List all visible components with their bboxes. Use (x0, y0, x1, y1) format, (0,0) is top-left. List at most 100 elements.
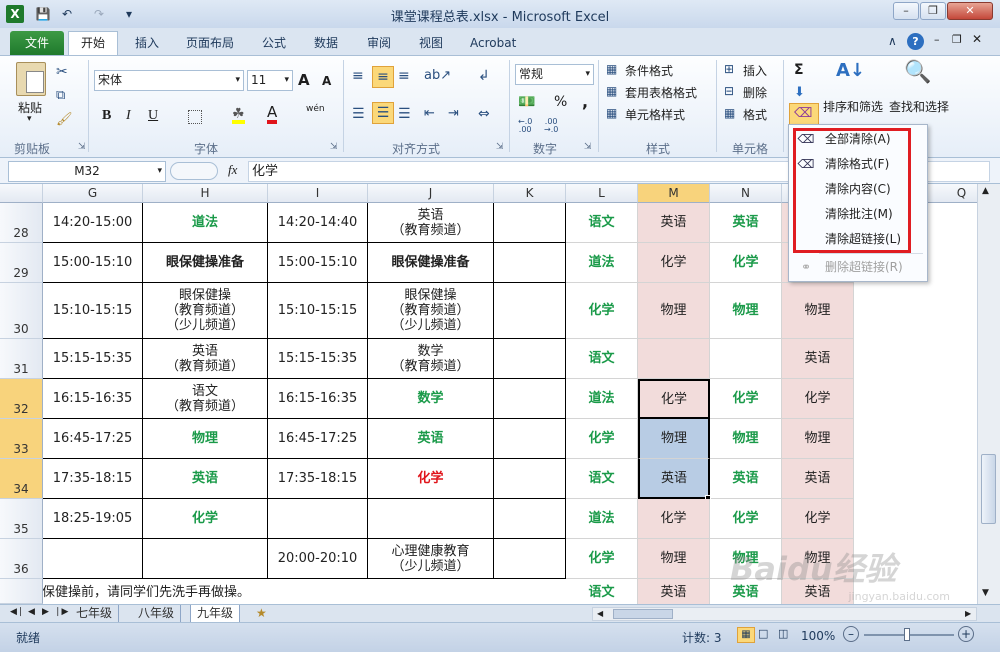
sheet-tab-grade8[interactable]: 八年级 (132, 605, 182, 623)
cell-g33[interactable]: 16:45-17:25 (43, 419, 143, 459)
row-header-29[interactable]: 29 (0, 243, 43, 283)
percent-button[interactable]: % (554, 94, 567, 110)
fill-icon[interactable]: ⬇ (794, 85, 805, 100)
borders-icon[interactable] (188, 110, 202, 124)
cell-g28[interactable]: 14:20-15:00 (43, 203, 143, 243)
close-button[interactable]: ✕ (947, 2, 993, 20)
cell-i32[interactable]: 16:15-16:35 (268, 379, 368, 419)
row-header-31[interactable]: 31 (0, 339, 43, 379)
cell-h32[interactable]: 语文 （教育频道） (143, 379, 268, 419)
find-select-icon[interactable]: 🔍 (904, 60, 931, 85)
number-format-combo[interactable]: 常规 ▾ (515, 64, 594, 85)
cell-g36[interactable] (43, 539, 143, 579)
scroll-up-icon[interactable]: ▲ (982, 186, 989, 196)
zoom-in-icon[interactable]: + (958, 626, 974, 642)
align-top-icon[interactable]: ≡ (352, 68, 364, 84)
wrap-text-icon[interactable]: ↲ (478, 68, 490, 84)
row-header-36[interactable]: 36 (0, 539, 43, 579)
doc-minimize-icon[interactable]: – (934, 33, 940, 46)
cell-l34[interactable]: 语文 (566, 459, 638, 499)
cell-i35[interactable] (268, 499, 368, 539)
cell-o34[interactable]: 英语 (782, 459, 854, 499)
bold-button[interactable]: B (102, 108, 111, 124)
help-icon[interactable]: ? (907, 33, 924, 50)
table-format-button[interactable]: 套用表格格式 (625, 84, 697, 101)
cell-h31[interactable]: 英语 （教育频道） (143, 339, 268, 379)
decrease-indent-icon[interactable]: ⇤ (424, 106, 435, 121)
cell-m35[interactable]: 化学 (638, 499, 710, 539)
column-header-h[interactable]: H (143, 184, 268, 203)
cell-h36[interactable] (143, 539, 268, 579)
sheet-tab-grade9[interactable]: 九年级 (190, 605, 241, 623)
increase-indent-icon[interactable]: ⇥ (448, 106, 459, 121)
menu-item-remove-hyperlinks[interactable]: ⚭ 删除超链接(R) (789, 255, 927, 280)
cell-k29[interactable] (494, 243, 566, 283)
align-left-icon[interactable]: ☰ (352, 106, 365, 122)
cell-m32[interactable]: 化学 (638, 379, 710, 419)
cell-k33[interactable] (494, 419, 566, 459)
column-header-j[interactable]: J (368, 184, 494, 203)
cell-k34[interactable] (494, 459, 566, 499)
cell-i36[interactable]: 20:00-20:10 (268, 539, 368, 579)
cell-n29[interactable]: 化学 (710, 243, 782, 283)
fill-color-icon[interactable]: ☘ (232, 106, 245, 124)
copy-icon[interactable]: ⧉ (56, 88, 65, 103)
select-all-corner[interactable] (0, 184, 43, 203)
scroll-down-icon[interactable]: ▼ (982, 588, 989, 598)
horizontal-scrollbar[interactable]: ◀ ▶ (592, 607, 977, 621)
italic-button[interactable]: I (126, 108, 131, 124)
table-format-icon[interactable]: ▦ (606, 84, 617, 98)
sheet-nav-last-icon[interactable]: ❘▶ (54, 607, 68, 617)
cut-icon[interactable]: ✂ (56, 64, 68, 80)
sheet-nav-next-icon[interactable]: ▶ (42, 607, 49, 617)
row-header-35[interactable]: 35 (0, 499, 43, 539)
cell-g34[interactable]: 17:35-18:15 (43, 459, 143, 499)
zoom-slider-thumb[interactable] (904, 628, 910, 641)
cell-n33[interactable]: 物理 (710, 419, 782, 459)
align-bottom-icon[interactable]: ≡ (398, 68, 410, 84)
cell-m28[interactable]: 英语 (638, 203, 710, 243)
alignment-launcher-icon[interactable]: ⇲ (496, 142, 504, 152)
zoom-level[interactable]: 100% (801, 629, 835, 643)
scroll-left-icon[interactable]: ◀ (597, 609, 603, 618)
format-painter-icon[interactable]: 🖌 (56, 112, 73, 127)
shrink-font-button[interactable]: A (322, 74, 331, 88)
cell-l36[interactable]: 化学 (566, 539, 638, 579)
sheet-nav-first-icon[interactable]: ◀❘ (10, 607, 24, 617)
doc-close-icon[interactable]: ✕ (972, 32, 982, 46)
vertical-scrollbar[interactable]: ▲ ▼ (977, 184, 1000, 604)
sheet-tab-grade7[interactable]: 七年级 (70, 605, 120, 623)
cell-j33[interactable]: 英语 (368, 419, 494, 459)
underline-button[interactable]: U (148, 108, 158, 124)
conditional-format-button[interactable]: 条件格式 (625, 62, 673, 79)
cell-o35[interactable]: 化学 (782, 499, 854, 539)
name-box[interactable]: M32 ▾ (8, 161, 166, 182)
paste-icon[interactable] (16, 62, 46, 96)
cell-m34[interactable]: 英语 (638, 459, 710, 499)
cell-n34[interactable]: 英语 (710, 459, 782, 499)
normal-view-icon[interactable]: ▦ (737, 627, 755, 643)
cell-g29[interactable]: 15:00-15:10 (43, 243, 143, 283)
page-break-view-icon[interactable]: ◫ (778, 627, 788, 640)
cell-m31[interactable] (638, 339, 710, 379)
align-right-icon[interactable]: ☰ (398, 106, 411, 122)
page-layout-view-icon[interactable]: □ (758, 627, 768, 640)
column-header-g[interactable]: G (43, 184, 143, 203)
scroll-thumb[interactable] (981, 454, 996, 524)
cell-g31[interactable]: 15:15-15:35 (43, 339, 143, 379)
cell-l35[interactable]: 道法 (566, 499, 638, 539)
insert-cells-icon[interactable]: ⊞ (724, 62, 734, 76)
insert-cells-button[interactable]: 插入 (743, 62, 767, 79)
cell-h35[interactable]: 化学 (143, 499, 268, 539)
insert-function-icon[interactable]: fx (228, 162, 237, 178)
tab-page-layout[interactable]: 页面布局 (184, 32, 236, 54)
cell-n28[interactable]: 英语 (710, 203, 782, 243)
clipboard-launcher-icon[interactable]: ⇲ (78, 142, 86, 152)
column-header-n[interactable]: N (710, 184, 782, 203)
tab-formulas[interactable]: 公式 (260, 32, 288, 54)
clear-button[interactable]: ⌫ (789, 103, 819, 125)
minimize-button[interactable]: – (893, 2, 919, 20)
scroll-right-icon[interactable]: ▶ (965, 609, 971, 618)
cell-i34[interactable]: 17:35-18:15 (268, 459, 368, 499)
cell-g37[interactable]: 眼保健操前，请同学们先洗手再做操。 (43, 581, 493, 604)
